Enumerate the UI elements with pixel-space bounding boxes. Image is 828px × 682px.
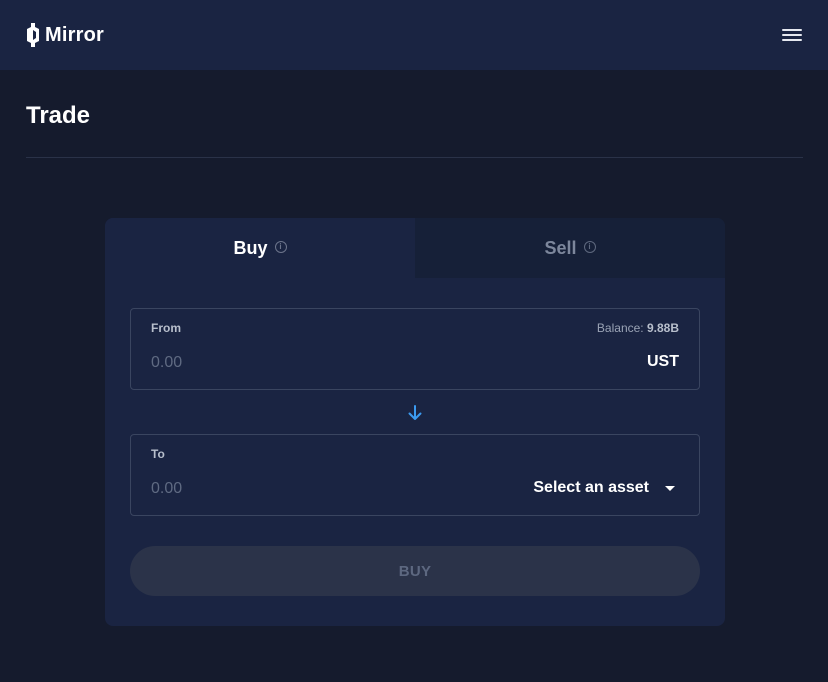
to-field: To Select an asset	[130, 434, 700, 516]
buy-button[interactable]: BUY	[130, 546, 700, 596]
from-amount-input[interactable]	[151, 351, 451, 375]
balance-value: 9.88B	[646, 321, 679, 335]
info-icon[interactable]: i	[583, 241, 596, 253]
balance-label: Balance:	[596, 321, 644, 335]
from-label: From	[151, 321, 181, 335]
trade-tabs: Buy i Sell i	[105, 218, 725, 278]
info-icon[interactable]: i	[274, 241, 287, 253]
tab-sell[interactable]: Sell i	[415, 218, 725, 278]
arrow-down-icon	[408, 405, 422, 420]
logo[interactable]: Mirror	[26, 23, 104, 47]
page-title: Trade	[26, 102, 91, 129]
asset-select[interactable]: Select an asset	[533, 479, 675, 497]
header: Mirror	[0, 0, 828, 70]
asset-select-label: Select an asset	[533, 479, 649, 496]
mirror-logo-icon	[27, 23, 39, 47]
to-amount-input[interactable]	[151, 477, 451, 501]
hamburger-menu-icon[interactable]	[782, 27, 802, 43]
tab-sell-label: Sell	[544, 237, 577, 258]
to-label: To	[151, 447, 165, 461]
tab-buy-label: Buy	[233, 237, 268, 258]
from-field: From Balance: 9.88B UST	[130, 308, 700, 390]
app-name: Mirror	[45, 23, 104, 46]
from-unit: UST	[647, 353, 679, 370]
balance-display[interactable]: Balance: 9.88B	[597, 321, 679, 335]
trade-card: Buy i Sell i From Balance: 9.88B UST To …	[105, 218, 725, 626]
tab-buy[interactable]: Buy i	[105, 218, 415, 278]
title-divider	[26, 157, 803, 158]
caret-down-icon	[665, 485, 675, 491]
